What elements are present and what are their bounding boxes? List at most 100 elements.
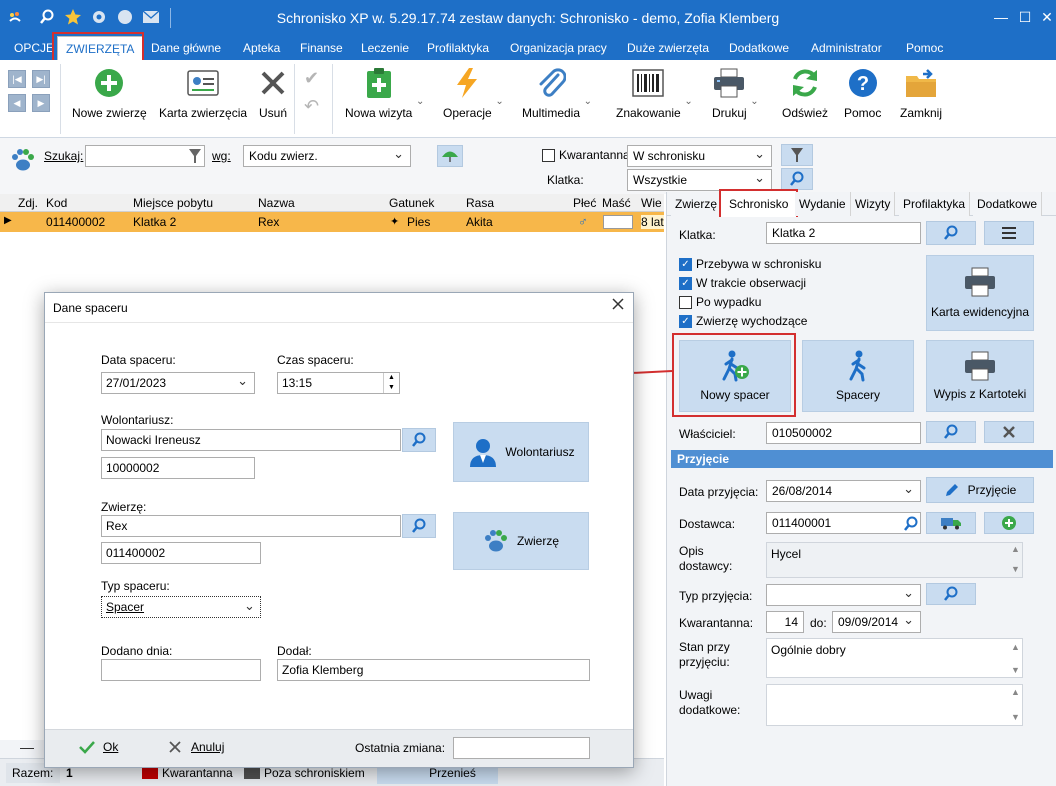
owner-clear-button[interactable]	[984, 421, 1034, 443]
chevron-down-icon[interactable]: ⌄	[750, 96, 758, 107]
tab-wizyty[interactable]: Wizyty	[851, 192, 896, 216]
chevron-down-icon[interactable]: ⌄	[416, 96, 424, 107]
tab-wydanie[interactable]: Wydanie	[795, 192, 851, 216]
close-module-button[interactable]: Zamknij	[900, 66, 942, 132]
minus-icon[interactable]	[20, 748, 34, 749]
admission-button[interactable]: Przyjęcie	[926, 477, 1034, 503]
quarantine-filter-checkbox[interactable]: Kwarantanna	[542, 148, 630, 162]
marking-button[interactable]: Znakowanie ⌄	[616, 66, 693, 132]
next-record-button[interactable]: ▶	[32, 94, 50, 112]
location-select[interactable]: W schronisku	[627, 145, 772, 167]
tab-zwierze[interactable]: Zwierzę	[671, 192, 723, 216]
cage-search-button[interactable]	[926, 221, 976, 245]
search-input[interactable]	[85, 145, 205, 167]
tab-dodatkowe-right[interactable]: Dodatkowe	[973, 192, 1043, 216]
walks-button[interactable]: Spacery	[802, 340, 914, 412]
checkbox-box[interactable]	[679, 295, 692, 309]
tab-opcje[interactable]: OPCJE	[12, 36, 56, 60]
animal-name-field[interactable]: Rex	[101, 515, 401, 537]
col-place[interactable]: Miejsce pobytu	[133, 196, 213, 210]
scroll-up-icon[interactable]: ▲	[1011, 642, 1020, 652]
minimize-button[interactable]: —	[990, 6, 1012, 28]
help-button[interactable]: ? Pomoc	[844, 66, 881, 132]
admission-type-search-button[interactable]	[926, 583, 976, 605]
animal-code-field[interactable]: 011400002	[101, 542, 261, 564]
volunteer-code-field[interactable]: 10000002	[101, 457, 255, 479]
filter-icon[interactable]	[188, 148, 202, 167]
checkbox-box[interactable]: ✓	[679, 276, 692, 290]
scroll-down-icon[interactable]: ▼	[1011, 665, 1020, 675]
close-button[interactable]: ✕	[1036, 6, 1056, 28]
check-after-accident[interactable]: Po wypadku	[679, 295, 761, 309]
ok-button[interactable]: Ok	[79, 740, 118, 754]
col-breed[interactable]: Rasa	[466, 196, 494, 210]
notes-textarea[interactable]	[766, 684, 1023, 726]
search-button[interactable]	[781, 168, 813, 190]
tab-zwierzeta[interactable]: ZWIERZĘTA	[57, 36, 144, 60]
scroll-down-icon[interactable]: ▼	[1011, 712, 1020, 722]
cancel-button[interactable]: Anuluj	[169, 740, 224, 754]
tab-leczenie[interactable]: Leczenie	[359, 36, 411, 60]
filter-button[interactable]	[781, 144, 813, 166]
operations-button[interactable]: Operacje ⌄	[443, 66, 504, 132]
added-by-field[interactable]: Zofia Klemberg	[277, 659, 590, 681]
search-by-select[interactable]: Kodu zwierz.	[243, 145, 411, 167]
dialog-close-button[interactable]	[611, 297, 625, 316]
chevron-down-icon[interactable]: ⌄	[684, 96, 692, 107]
last-record-button[interactable]: ▶|	[32, 70, 50, 88]
checkbox-box[interactable]: ✓	[679, 314, 692, 328]
first-record-button[interactable]: |◀	[8, 70, 26, 88]
col-name[interactable]: Nazwa	[258, 196, 295, 210]
volunteer-search-button[interactable]	[402, 428, 436, 452]
quarantine-to-date[interactable]: 09/09/2014	[832, 611, 921, 633]
tab-dane-glowne[interactable]: Dane główne	[149, 36, 223, 60]
chevron-down-icon[interactable]: ⌄	[244, 598, 255, 614]
owner-search-button[interactable]	[926, 421, 976, 443]
tab-profilaktyka-right[interactable]: Profilaktyka	[899, 192, 971, 216]
check-in-shelter[interactable]: ✓ Przebywa w schronisku	[679, 257, 821, 271]
col-sex[interactable]: Płeć	[573, 196, 596, 210]
refresh-button[interactable]: Odśwież	[782, 66, 828, 132]
supplier-truck-button[interactable]	[926, 512, 976, 534]
tab-schronisko[interactable]: Schronisko	[719, 189, 799, 217]
added-on-field[interactable]	[101, 659, 261, 681]
volunteer-name-field[interactable]: Nowacki Ireneusz	[101, 429, 401, 451]
cage-select[interactable]: Wszystkie	[627, 169, 772, 191]
multimedia-button[interactable]: Multimedia ⌄	[522, 66, 592, 132]
supplier-description[interactable]: Hycel	[766, 542, 1023, 578]
volunteer-button[interactable]: Wolontariusz	[453, 422, 589, 482]
table-row[interactable]: ▶ 011400002 Klatka 2 Rex ✦ Pies Akita ♂ …	[0, 212, 664, 232]
supplier-field[interactable]: 011400001	[766, 512, 921, 534]
animal-button[interactable]: Zwierzę	[453, 512, 589, 570]
col-code[interactable]: Kod	[46, 196, 67, 210]
walk-type-select[interactable]: Spacer ⌄	[101, 596, 261, 618]
new-animal-button[interactable]: Nowe zwierzę	[72, 66, 147, 132]
supplier-add-button[interactable]	[984, 512, 1034, 534]
umbrella-button[interactable]	[437, 145, 463, 167]
col-photo[interactable]: Zdj.	[18, 196, 38, 210]
tab-organizacja-pracy[interactable]: Organizacja pracy	[508, 36, 609, 60]
chevron-down-icon[interactable]: ⌄	[584, 96, 592, 107]
cage-field[interactable]: Klatka 2	[766, 222, 921, 244]
tab-pomoc[interactable]: Pomoc	[904, 36, 945, 60]
animal-card-button[interactable]: Karta zwierzęcia	[159, 66, 247, 132]
tab-profilaktyka[interactable]: Profilaktyka	[425, 36, 491, 60]
extract-button[interactable]: Wypis z Kartoteki	[926, 340, 1034, 412]
quarantine-days-field[interactable]: 14	[766, 611, 804, 633]
prev-record-button[interactable]: ◀	[8, 94, 26, 112]
new-visit-button[interactable]: Nowa wizyta ⌄	[345, 66, 424, 132]
walk-date-field[interactable]: 27/01/2023	[101, 372, 255, 394]
check-icon[interactable]: ✔	[304, 68, 319, 89]
condition-textarea[interactable]: Ogólnie dobry	[766, 638, 1023, 678]
record-card-button[interactable]: Karta ewidencyjna	[926, 255, 1034, 331]
admission-type-select[interactable]	[766, 584, 921, 606]
tab-administrator[interactable]: Administrator	[809, 36, 884, 60]
maximize-button[interactable]: ☐	[1014, 6, 1036, 28]
tab-finanse[interactable]: Finanse	[298, 36, 345, 60]
checkbox-box[interactable]: ✓	[679, 257, 692, 271]
check-observation[interactable]: ✓ W trakcie obserwacji	[679, 276, 806, 290]
tab-apteka[interactable]: Apteka	[241, 36, 282, 60]
col-color[interactable]: Maść	[602, 196, 631, 210]
check-walking-animal[interactable]: ✓ Zwierzę wychodzące	[679, 314, 807, 328]
time-spinner[interactable]: ▲ ▼	[383, 373, 399, 393]
